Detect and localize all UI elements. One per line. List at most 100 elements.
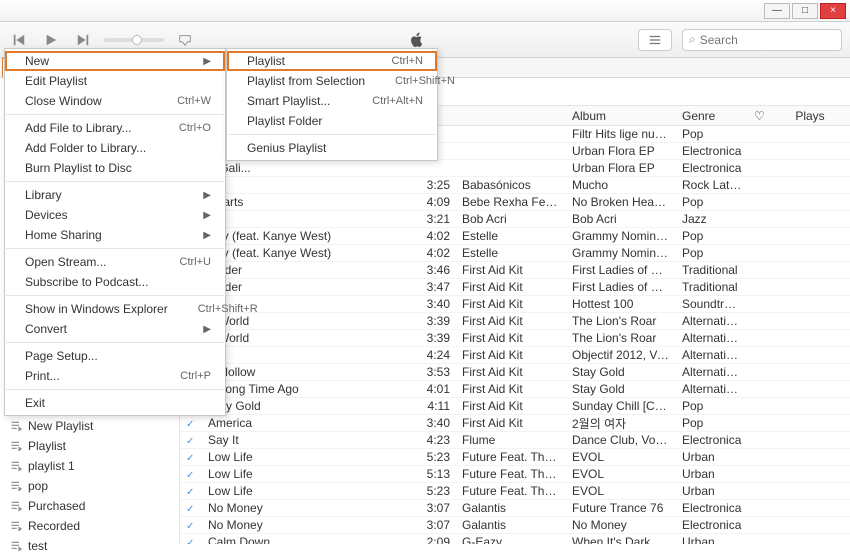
cell-artist: Future Feat. The W... [456, 467, 566, 481]
sidebar-item[interactable]: Purchased [0, 496, 179, 516]
cell-genre: Alternative... [676, 331, 748, 345]
table-row[interactable]: No Money3:07GalantisFuture Trance 76Elec… [180, 500, 850, 517]
cell-name: Boy (feat. Kanye West) [202, 246, 412, 260]
table-row[interactable]: Low Life5:13Future Feat. The W...EVOLUrb… [180, 466, 850, 483]
table-row[interactable]: Low Life5:23Future Feat. The W...EVOLUrb… [180, 483, 850, 500]
cell-name: Hearts [202, 195, 412, 209]
table-row[interactable]: Hearts4:09Bebe Rexha Feat. N...No Broken… [180, 194, 850, 211]
sidebar-item[interactable]: playlist 1 [0, 456, 179, 476]
table-row[interactable]: A Long Time Ago4:01First Aid KitStay Gol… [180, 381, 850, 398]
shortcut-label: Ctrl+W [177, 95, 211, 107]
cell-name: Low Life [202, 467, 412, 481]
sidebar-item-label: playlist 1 [28, 459, 75, 473]
playlist-icon [10, 460, 22, 472]
menu-item-label: Exit [25, 396, 45, 410]
menu-item-label: Convert [25, 322, 67, 336]
cell-genre: Alternative... [676, 382, 748, 396]
cell-genre: Electronica [676, 518, 748, 532]
sidebar-item[interactable]: Recorded [0, 516, 179, 536]
cell-album: Objectif 2012, Vol. 2 [566, 348, 676, 362]
cell-name: y [202, 212, 412, 226]
menu-item[interactable]: Add File to Library...Ctrl+O [5, 118, 225, 138]
cell-genre: Alternative... [676, 348, 748, 362]
menu-item-label: Burn Playlist to Disc [25, 161, 132, 175]
table-row[interactable]: No Money3:07GalantisNo MoneyElectronica [180, 517, 850, 534]
cell-genre: Pop [676, 127, 748, 141]
col-genre[interactable]: Genre [676, 109, 748, 123]
table-row[interactable]: y3:21Bob AcriBob AcriJazz [180, 211, 850, 228]
window-minimize-button[interactable]: — [764, 3, 790, 19]
cell-time: 4:23 [412, 433, 456, 447]
cell-genre: Urban [676, 467, 748, 481]
check-icon [180, 416, 202, 430]
volume-slider[interactable] [104, 38, 164, 42]
cell-album: No Broken Hearts [... [566, 195, 676, 209]
menu-item[interactable]: Print...Ctrl+P [5, 366, 225, 386]
table-row[interactable]: tender3:47First Aid KitFirst Ladies of C… [180, 279, 850, 296]
table-row[interactable]: & Hollow3:53First Aid KitStay GoldAltern… [180, 364, 850, 381]
menu-item[interactable]: Exit [5, 393, 225, 413]
menu-item[interactable]: Add Folder to Library... [5, 138, 225, 158]
shortcut-label: Ctrl+U [180, 256, 211, 268]
menu-item[interactable]: PlaylistCtrl+N [227, 51, 437, 71]
col-album[interactable]: Album [566, 109, 676, 123]
cell-artist: First Aid Kit [456, 314, 566, 328]
cell-time: 3:40 [412, 297, 456, 311]
cell-name: No Money [202, 501, 412, 515]
check-icon [180, 535, 202, 544]
col-plays[interactable]: Plays [770, 109, 850, 123]
cell-album: Stay Gold [566, 382, 676, 396]
table-row[interactable]: tender3:46First Aid KitFirst Ladies of C… [180, 262, 850, 279]
table-row[interactable]: 4:24First Aid KitObjectif 2012, Vol. 2Al… [180, 347, 850, 364]
cell-genre: Pop [676, 195, 748, 209]
table-row[interactable]: ing3:25BabasónicosMuchoRock Latino [180, 177, 850, 194]
cell-name: Stay Gold [202, 399, 412, 413]
cell-album: Stay Gold [566, 365, 676, 379]
check-icon [180, 484, 202, 498]
table-row[interactable]: Boy (feat. Kanye West)4:02EstelleGrammy … [180, 228, 850, 245]
table-row[interactable]: Low Life5:23Future Feat. The W...EVOLUrb… [180, 449, 850, 466]
cell-time: 5:23 [412, 450, 456, 464]
table-row[interactable]: & Gali...Urban Flora EPElectronica [180, 160, 850, 177]
window-close-button[interactable]: × [820, 3, 846, 19]
menu-item-label: Genius Playlist [247, 141, 326, 155]
table-row[interactable]: Stay Gold4:11First Aid KitSunday Chill [… [180, 398, 850, 415]
cell-album: EVOL [566, 450, 676, 464]
menu-item-label: Playlist Folder [247, 114, 322, 128]
sidebar-item[interactable]: pop [0, 476, 179, 496]
table-row[interactable]: 3:40First Aid KitHottest 100Soundtrack [180, 296, 850, 313]
menu-item[interactable]: Close WindowCtrl+W [5, 91, 225, 111]
menu-item[interactable]: Library▶ [5, 185, 225, 205]
window-maximize-button[interactable]: □ [792, 3, 818, 19]
sidebar-item[interactable]: test [0, 536, 179, 556]
search-field[interactable]: ⌕ [682, 29, 842, 51]
menu-item[interactable]: Devices▶ [5, 205, 225, 225]
menu-item[interactable]: New▶ [5, 51, 225, 71]
cell-album: Hottest 100 [566, 297, 676, 311]
menu-item[interactable]: Subscribe to Podcast... [5, 272, 225, 292]
menu-item[interactable]: Smart Playlist...Ctrl+Alt+N [227, 91, 437, 111]
table-row[interactable]: Say It4:23FlumeDance Club, Vol. 3Electro… [180, 432, 850, 449]
table-row[interactable]: Boy (feat. Kanye West)4:02EstelleGrammy … [180, 245, 850, 262]
menu-item[interactable]: Open Stream...Ctrl+U [5, 252, 225, 272]
table-row[interactable]: America3:40First Aid Kit2월의 여자Pop [180, 415, 850, 432]
cell-genre: Alternative... [676, 365, 748, 379]
menu-item[interactable]: Convert▶ [5, 319, 225, 339]
sidebar-item-label: New Playlist [28, 419, 93, 433]
table-row[interactable]: e World3:39First Aid KitThe Lion's RoarA… [180, 313, 850, 330]
cell-time: 3:40 [412, 416, 456, 430]
col-heart[interactable]: ♡ [748, 109, 770, 123]
menu-item[interactable]: Home Sharing▶ [5, 225, 225, 245]
cell-time: 4:11 [412, 399, 456, 413]
cell-artist: First Aid Kit [456, 382, 566, 396]
menu-item[interactable]: Page Setup... [5, 346, 225, 366]
menu-item[interactable]: Show in Windows ExplorerCtrl+Shift+R [5, 299, 225, 319]
search-input[interactable] [700, 33, 835, 47]
menu-item[interactable]: Playlist Folder [227, 111, 437, 131]
table-row[interactable]: e World3:39First Aid KitThe Lion's RoarA… [180, 330, 850, 347]
table-row[interactable]: Calm Down2:09G-EazyWhen It's Dark OutUrb… [180, 534, 850, 544]
sidebar-item[interactable]: New Playlist [0, 416, 179, 436]
sidebar-item[interactable]: Playlist [0, 436, 179, 456]
list-view-button[interactable] [638, 29, 672, 51]
cell-album: Dance Club, Vol. 3 [566, 433, 676, 447]
